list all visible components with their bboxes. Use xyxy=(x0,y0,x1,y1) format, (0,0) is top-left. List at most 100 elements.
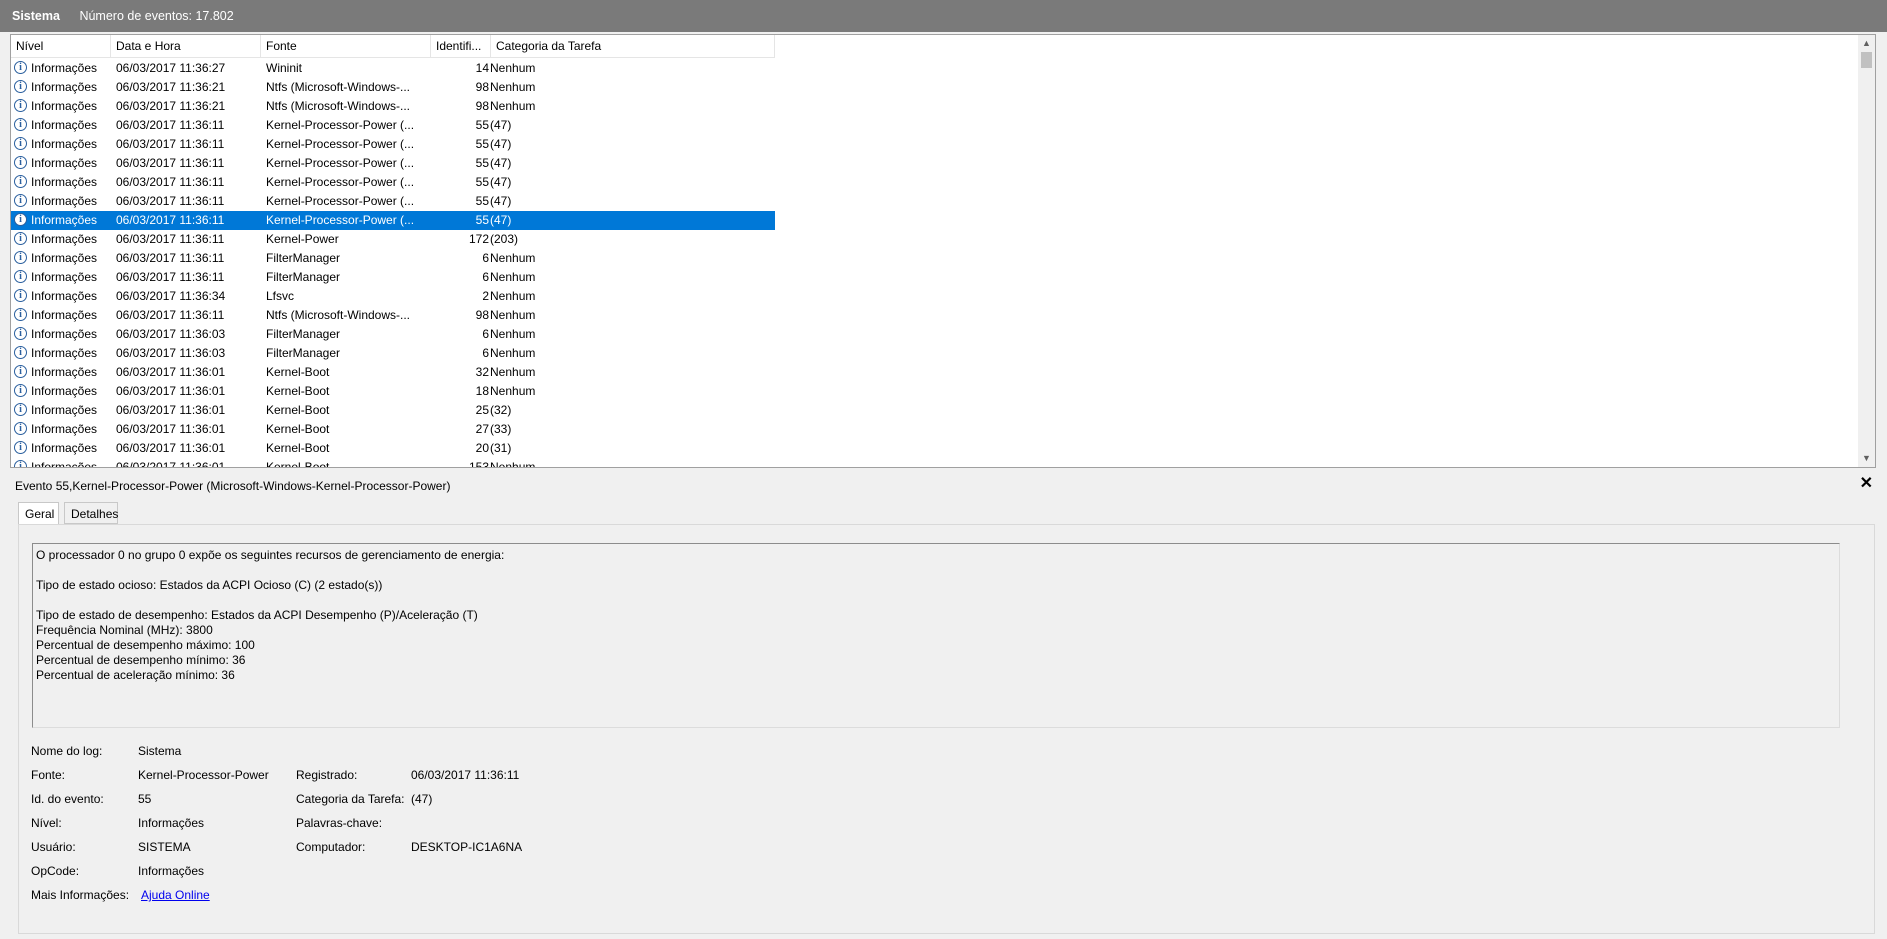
event-id-cell: 55 xyxy=(475,118,489,132)
task-category-cell: Nenhum xyxy=(490,365,536,379)
vertical-scrollbar[interactable]: ▲ ▼ xyxy=(1858,35,1875,467)
event-id-cell: 2 xyxy=(482,289,489,303)
close-icon[interactable]: ✕ xyxy=(1860,475,1873,493)
logged-value: 06/03/2017 11:36:11 xyxy=(411,768,520,782)
event-id-cell: 14 xyxy=(475,61,489,75)
table-row[interactable]: i Informações 06/03/2017 11:36:11 Kernel-Po… xyxy=(11,230,775,249)
source-cell: Kernel-Boot xyxy=(266,441,330,455)
table-row[interactable]: i Informações 06/03/2017 11:36:11 Kernel-Pr… xyxy=(11,154,775,173)
column-header-fonte[interactable]: Fonte xyxy=(261,35,431,57)
chevron-down-icon[interactable]: ▼ xyxy=(1858,450,1875,467)
task-category-cell: (31) xyxy=(490,441,512,455)
table-row[interactable]: i Informações 06/03/2017 11:36:01 Kernel-Bo… xyxy=(11,420,775,439)
event-id-cell: 55 xyxy=(475,137,489,151)
level-cell: Informações xyxy=(31,365,98,379)
table-row[interactable]: i Informações 06/03/2017 11:36:34 Lfsvc 2 Nen… xyxy=(11,287,775,306)
table-row[interactable]: i Informações 06/03/2017 11:36:01 Kernel-Bo… xyxy=(11,382,775,401)
info-icon: i xyxy=(14,232,27,245)
event-id-cell: 27 xyxy=(475,422,489,436)
table-row[interactable]: i Informações 06/03/2017 11:36:11 FilterMan… xyxy=(11,249,775,268)
date-cell: 06/03/2017 11:36:11 xyxy=(116,232,225,246)
level-cell: Informações xyxy=(31,194,98,208)
table-row[interactable]: i Informações 06/03/2017 11:36:11 Kernel-Pr… xyxy=(11,173,775,192)
log-name: Sistema xyxy=(12,9,60,23)
table-row[interactable]: i Informações 06/03/2017 11:36:01 Kernel-Bo… xyxy=(11,401,775,420)
source-cell: FilterManager xyxy=(266,346,341,360)
description-blank xyxy=(36,563,1836,578)
date-cell: 06/03/2017 11:36:11 xyxy=(116,270,225,284)
table-row[interactable]: i Informações 06/03/2017 11:36:03 FilterMan… xyxy=(11,344,775,363)
computer-label: Computador: xyxy=(296,840,366,854)
event-list[interactable]: Nível Data e Hora Fonte Identifi... Cate… xyxy=(10,34,1876,468)
table-row[interactable]: i Informações 06/03/2017 11:36:21 Ntfs (Mic… xyxy=(11,78,775,97)
date-cell: 06/03/2017 11:36:34 xyxy=(116,289,226,303)
date-cell: 06/03/2017 11:36:03 xyxy=(116,346,226,360)
level-cell: Informações xyxy=(31,346,98,360)
event-id-cell: 32 xyxy=(475,365,489,379)
source-cell: Kernel-Boot xyxy=(266,460,330,468)
table-row[interactable]: i Informações 06/03/2017 11:36:01 Kernel-Bo… xyxy=(11,363,775,382)
user-value: SISTEMA xyxy=(138,840,191,854)
date-cell: 06/03/2017 11:36:21 xyxy=(116,80,226,94)
description-line: O processador 0 no grupo 0 expõe os segu… xyxy=(36,548,505,562)
column-header-id[interactable]: Identifi... xyxy=(431,35,491,57)
table-row[interactable]: i Informações 06/03/2017 11:36:01 Kernel-Bo… xyxy=(11,439,775,458)
computer-value: DESKTOP-IC1A6NA xyxy=(411,840,523,854)
info-icon: i xyxy=(14,61,27,74)
info-icon: i xyxy=(14,422,27,435)
log-name-value: Sistema xyxy=(138,744,182,758)
table-row[interactable]: i Informações 06/03/2017 11:36:11 Kernel-Pr… xyxy=(11,135,775,154)
event-id-cell: 6 xyxy=(482,270,489,284)
level-cell: Informações xyxy=(31,403,98,417)
tab-geral[interactable]: Geral xyxy=(18,502,59,525)
source-cell: Ntfs (Microsoft-Windows-... xyxy=(266,99,411,113)
source-cell: Ntfs (Microsoft-Windows-... xyxy=(266,80,411,94)
event-id-cell: 98 xyxy=(475,99,489,113)
event-id-cell: 55 xyxy=(475,194,489,208)
level-cell: Informações xyxy=(31,213,98,227)
level-cell: Informações xyxy=(31,384,98,398)
online-help-link[interactable]: Ajuda Online xyxy=(141,887,210,903)
column-header-categoria[interactable]: Categoria da Tarefa xyxy=(491,35,775,57)
opcode-value: Informações xyxy=(138,864,205,878)
source-cell: FilterManager xyxy=(266,251,341,265)
source-cell: Lfsvc xyxy=(266,289,295,303)
level-cell: Informações xyxy=(31,308,98,322)
task-category-cell: (47) xyxy=(490,137,512,151)
column-header-data[interactable]: Data e Hora xyxy=(111,35,261,57)
source-cell: Ntfs (Microsoft-Windows-... xyxy=(266,308,411,322)
task-category-cell: Nenhum xyxy=(490,460,536,468)
table-row[interactable]: i Informações 06/03/2017 11:36:11 Kernel-Pr… xyxy=(11,192,775,211)
table-row[interactable]: i Informações 06/03/2017 11:36:11 FilterMan… xyxy=(11,268,775,287)
event-id-cell: 172 xyxy=(468,232,489,246)
scroll-thumb[interactable] xyxy=(1861,52,1872,68)
level-value: Informações xyxy=(138,816,205,830)
source-cell: FilterManager xyxy=(266,327,341,341)
event-id-cell: 98 xyxy=(475,80,489,94)
task-category-cell: (33) xyxy=(490,422,512,436)
task-category-cell: Nenhum xyxy=(490,99,536,113)
source-cell: Kernel-Processor-Power (... xyxy=(266,137,415,151)
table-row[interactable]: i Informações 06/03/2017 11:36:21 Ntfs (Mic… xyxy=(11,97,775,116)
table-row[interactable]: i Informações 06/03/2017 11:36:11 Kernel-Pr… xyxy=(11,116,775,135)
source-cell: Kernel-Boot xyxy=(266,384,330,398)
description-line: Frequência Nominal (MHz): 3800 xyxy=(36,623,213,637)
table-row[interactable]: i Informações 06/03/2017 11:36:11 Kernel-Pr… xyxy=(11,211,775,230)
event-description[interactable]: O processador 0 no grupo 0 expõe os segu… xyxy=(32,543,1840,728)
info-icon: i xyxy=(14,194,27,207)
chevron-up-icon[interactable]: ▲ xyxy=(1858,35,1875,52)
column-header-row: Nível Data e Hora Fonte Identifi... Cate… xyxy=(11,35,775,58)
event-id-label: Id. do evento: xyxy=(31,792,104,806)
event-id-cell: 153 xyxy=(468,460,489,468)
table-row[interactable]: i Informações 06/03/2017 11:36:01 Kernel-Bo… xyxy=(11,458,775,468)
description-line: Tipo de estado de desempenho: Estados da… xyxy=(36,608,478,622)
task-category-cell: Nenhum xyxy=(490,289,536,303)
tab-detalhes[interactable]: Detalhes xyxy=(64,502,118,524)
table-row[interactable]: i Informações 06/03/2017 11:36:27 Wininit 14… xyxy=(11,59,775,78)
level-cell: Informações xyxy=(31,137,98,151)
table-row[interactable]: i Informações 06/03/2017 11:36:03 FilterMan… xyxy=(11,325,775,344)
table-row[interactable]: i Informações 06/03/2017 11:36:11 Ntfs (Mic… xyxy=(11,306,775,325)
column-header-nivel[interactable]: Nível xyxy=(11,35,111,57)
description-line: Percentual de desempenho máximo: 100 xyxy=(36,638,255,652)
task-category-cell: (47) xyxy=(490,175,512,189)
